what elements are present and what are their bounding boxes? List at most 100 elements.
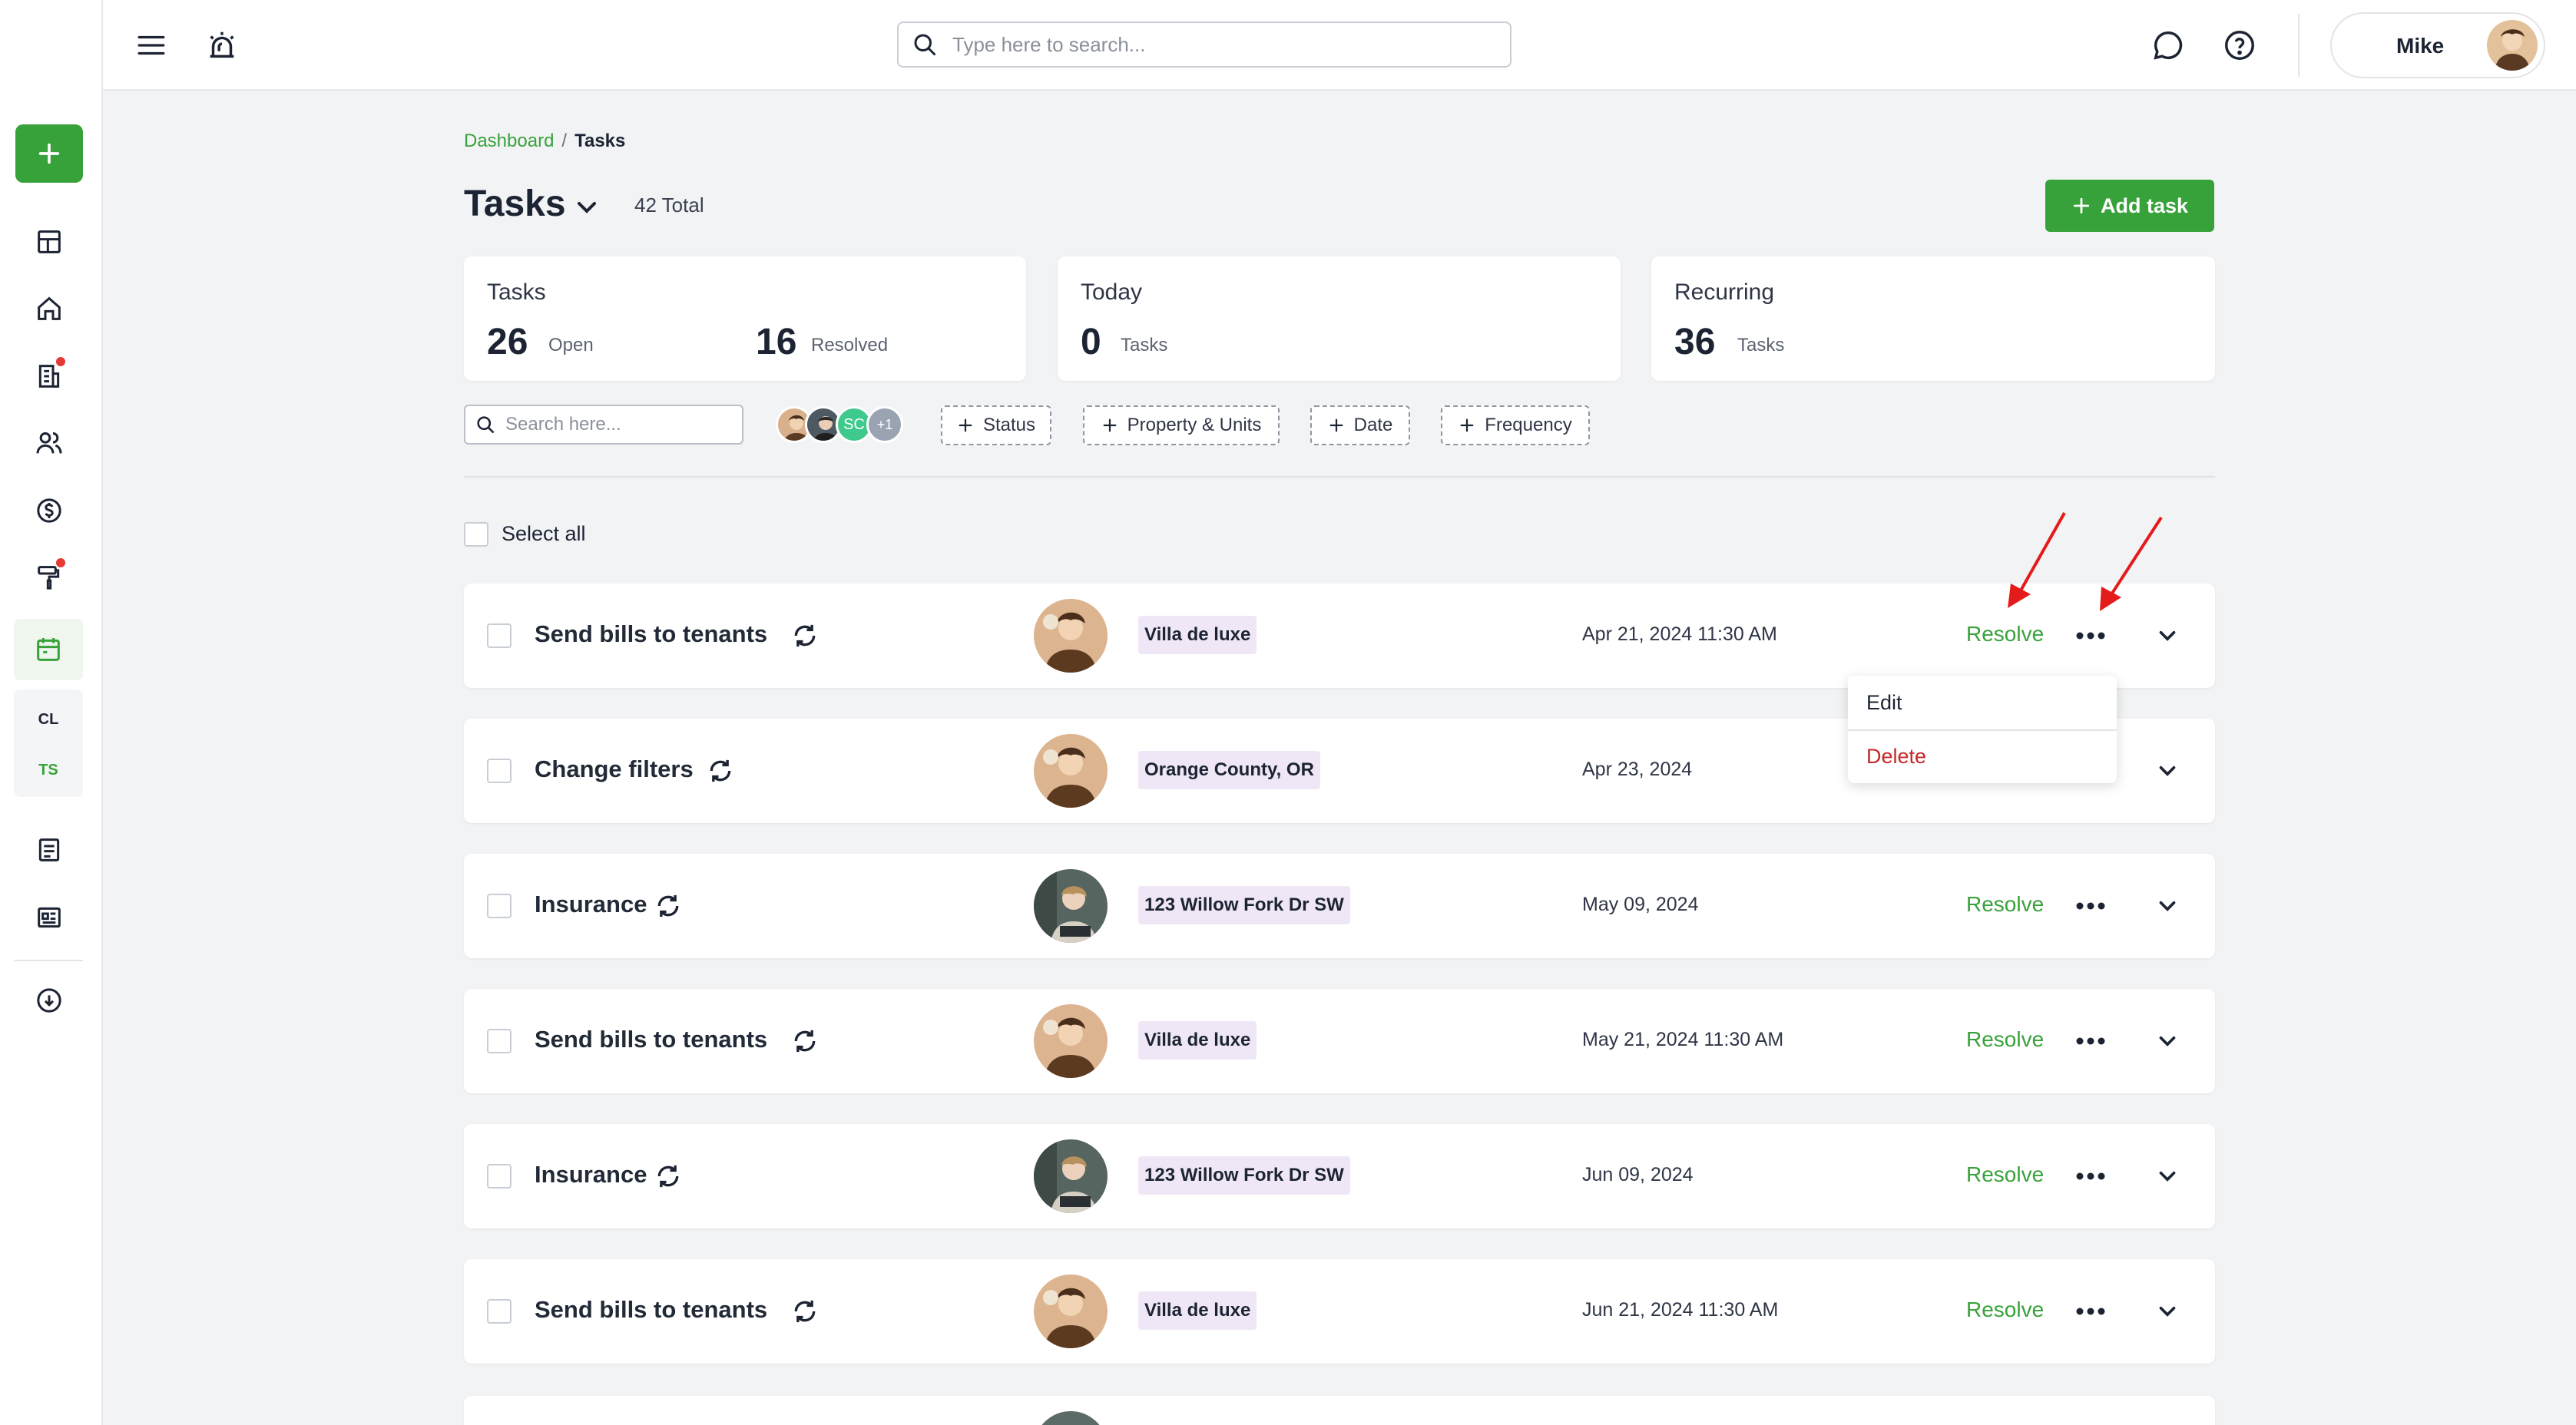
menu-item-edit[interactable]: Edit — [1866, 691, 1902, 715]
task-row[interactable]: Insurance 123 Willow Fork Dr SW May 09, 20… — [464, 854, 2215, 958]
sidebar-item-dashboard[interactable] — [28, 221, 70, 263]
messages-button[interactable] — [2147, 25, 2189, 66]
open-count: 26 — [487, 322, 528, 362]
task-row[interactable] — [464, 1396, 2215, 1425]
resolve-button[interactable]: Resolve — [1966, 1027, 2044, 1052]
task-checkbox[interactable] — [487, 1164, 512, 1189]
task-row[interactable]: Send bills to tenants Villa de luxe Apr 21… — [464, 584, 2215, 688]
more-horizontal-icon — [2076, 1037, 2105, 1045]
topbar-divider — [2298, 14, 2300, 77]
more-horizontal-icon — [2076, 1308, 2105, 1315]
sidebar-item-downloads[interactable] — [28, 980, 70, 1021]
help-button[interactable] — [2219, 25, 2260, 66]
expand-row-button[interactable] — [2151, 1294, 2184, 1328]
help-circle-icon — [2225, 31, 2254, 60]
select-all-checkbox[interactable] — [464, 522, 488, 547]
task-title[interactable]: Insurance — [535, 1161, 647, 1189]
filter-chip-frequency[interactable]: Frequency — [1441, 405, 1590, 445]
sidebar: CL TS — [0, 0, 103, 1425]
recurring-count: 36 — [1674, 322, 1716, 362]
more-actions-button[interactable] — [2068, 1294, 2114, 1328]
summary-card-recurring[interactable]: Recurring 36 Tasks — [1651, 256, 2215, 381]
resolve-button[interactable]: Resolve — [1966, 892, 2044, 917]
task-title[interactable]: Change filters — [535, 755, 694, 783]
property-tag[interactable]: Villa de luxe — [1138, 1021, 1257, 1060]
task-title[interactable]: Send bills to tenants — [535, 620, 767, 648]
expand-row-button[interactable] — [2151, 1159, 2184, 1193]
property-tag[interactable]: Villa de luxe — [1138, 616, 1257, 654]
filter-chip-date[interactable]: Date — [1310, 405, 1410, 445]
search-input[interactable] — [952, 32, 1475, 57]
sidebar-item-leasing[interactable] — [28, 355, 70, 397]
more-assignees-count: +1 — [876, 416, 893, 432]
alerts-button[interactable] — [201, 25, 243, 66]
summary-card-today[interactable]: Today 0 Tasks — [1058, 256, 1621, 381]
more-horizontal-icon — [2076, 632, 2105, 640]
open-label: Open — [548, 335, 594, 355]
task-title[interactable]: Insurance — [535, 891, 647, 918]
task-checkbox[interactable] — [487, 894, 512, 918]
create-new-button[interactable] — [15, 124, 83, 183]
more-actions-button[interactable] — [2068, 1159, 2114, 1193]
sidebar-item-maintenance[interactable] — [28, 557, 70, 598]
sidebar-item-properties[interactable] — [28, 288, 70, 329]
card-label: Recurring — [1674, 279, 1775, 305]
today-count: 0 — [1081, 322, 1101, 362]
chevron-down-icon — [2159, 630, 2176, 641]
task-row[interactable]: Insurance 123 Willow Fork Dr SW Jun 09, 20… — [464, 1124, 2215, 1228]
user-menu[interactable]: Mike — [2330, 12, 2545, 78]
sidebar-item-people[interactable] — [28, 422, 70, 464]
task-due-date: Apr 21, 2024 11:30 AM — [1582, 623, 1777, 645]
task-checkbox[interactable] — [487, 759, 512, 783]
property-tag[interactable]: 123 Willow Fork Dr SW — [1138, 1156, 1350, 1195]
property-tag[interactable]: 123 Willow Fork Dr SW — [1138, 886, 1350, 924]
avatar — [2487, 20, 2538, 71]
task-due-date: May 21, 2024 11:30 AM — [1582, 1029, 1784, 1050]
filter-chip-property-units[interactable]: Property & Units — [1083, 405, 1280, 445]
sidebar-item-communications[interactable] — [28, 897, 70, 938]
add-task-button[interactable]: Add task — [2045, 180, 2214, 232]
task-checkbox[interactable] — [487, 623, 512, 648]
expand-row-button[interactable] — [2151, 889, 2184, 923]
menu-item-delete[interactable]: Delete — [1866, 745, 1926, 769]
global-search[interactable] — [897, 21, 1511, 68]
task-title[interactable]: Send bills to tenants — [535, 1026, 767, 1053]
more-actions-button[interactable] — [2068, 1024, 2114, 1058]
sidebar-item-ts[interactable]: TS — [14, 762, 83, 779]
avatar — [1034, 734, 1108, 808]
expand-row-button[interactable] — [2151, 1024, 2184, 1058]
resolve-button[interactable]: Resolve — [1966, 1162, 2044, 1187]
menu-toggle-button[interactable] — [132, 26, 171, 64]
avatar — [1034, 1139, 1108, 1213]
title-dropdown-button[interactable] — [571, 192, 602, 226]
sidebar-item-reports[interactable] — [28, 829, 70, 871]
property-tag[interactable]: Orange County, OR — [1138, 751, 1320, 789]
search-icon — [914, 34, 936, 56]
expand-row-button[interactable] — [2151, 619, 2184, 653]
more-actions-button[interactable] — [2068, 619, 2114, 653]
task-row[interactable]: Send bills to tenants Villa de luxe May 21… — [464, 989, 2215, 1093]
task-search[interactable] — [464, 405, 743, 445]
task-checkbox[interactable] — [487, 1029, 512, 1053]
filter-chip-status[interactable]: Status — [941, 405, 1051, 445]
task-checkbox[interactable] — [487, 1299, 512, 1324]
task-search-input[interactable] — [505, 414, 736, 435]
avatar — [1034, 1004, 1108, 1078]
plus-icon — [959, 418, 972, 432]
chip-label: Property & Units — [1127, 415, 1262, 435]
resolve-button[interactable]: Resolve — [1966, 622, 2044, 646]
sidebar-item-tasks[interactable] — [14, 619, 83, 680]
task-title[interactable]: Send bills to tenants — [535, 1296, 767, 1324]
summary-card-tasks[interactable]: Tasks 26 Open 16 Resolved — [464, 256, 1026, 381]
resolve-button[interactable]: Resolve — [1966, 1298, 2044, 1322]
breadcrumb-separator: / — [561, 131, 568, 151]
expand-row-button[interactable] — [2151, 754, 2184, 788]
breadcrumb-dashboard-link[interactable]: Dashboard — [464, 131, 554, 151]
more-actions-button[interactable] — [2068, 889, 2114, 923]
top-bar: Mike — [103, 0, 2576, 91]
property-tag[interactable]: Villa de luxe — [1138, 1291, 1257, 1330]
task-row[interactable]: Send bills to tenants Villa de luxe Jun 21… — [464, 1259, 2215, 1364]
sidebar-item-accounting[interactable] — [28, 490, 70, 531]
more-horizontal-icon — [2076, 1172, 2105, 1180]
sidebar-item-cl[interactable]: CL — [14, 711, 83, 729]
